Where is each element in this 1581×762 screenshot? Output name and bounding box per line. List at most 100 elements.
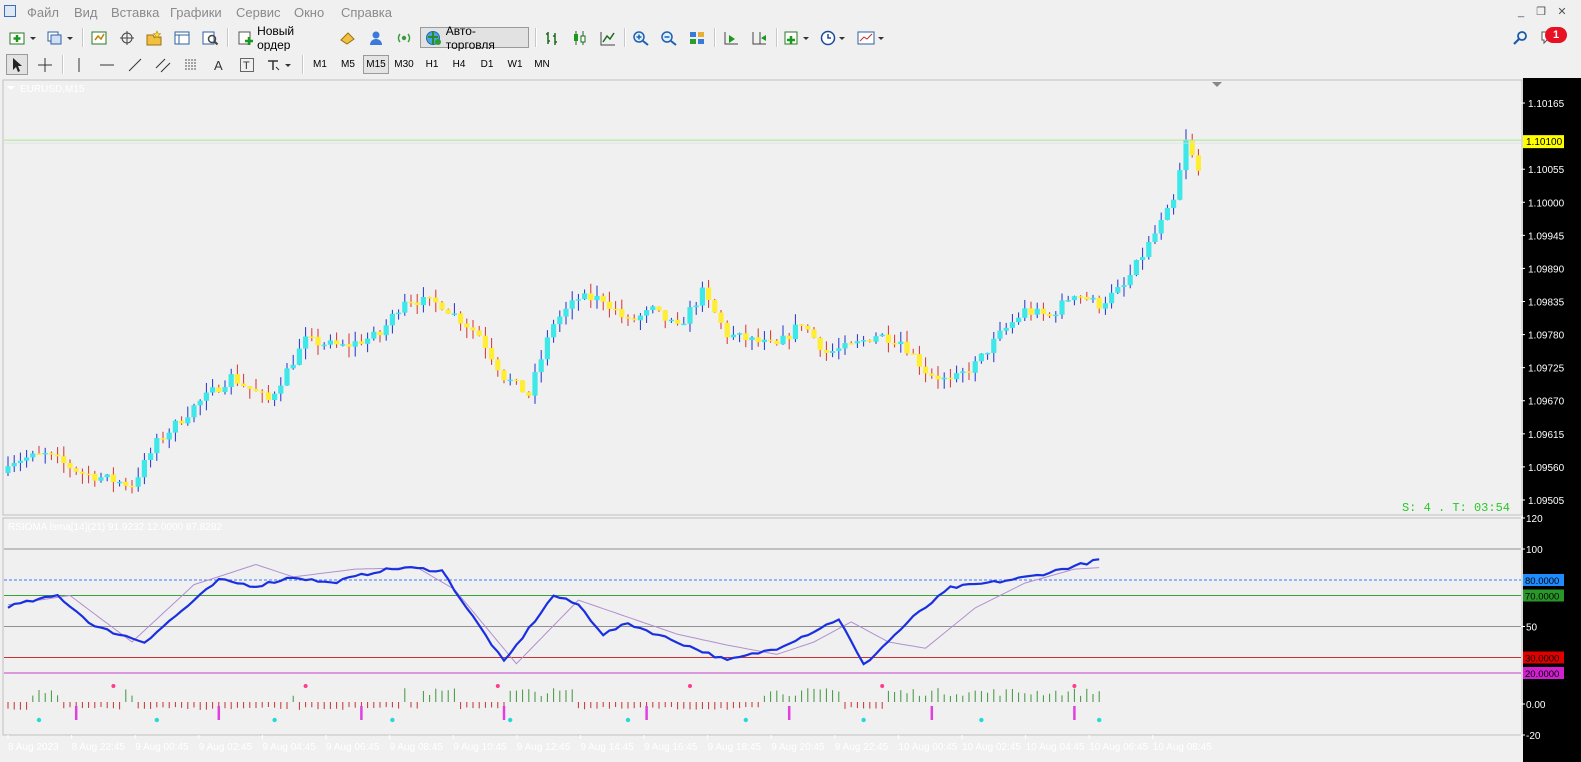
- candle-body: [55, 454, 61, 457]
- time-label: 9 Aug 18:45: [708, 742, 762, 753]
- candle-body: [117, 481, 123, 484]
- candle-body: [1127, 275, 1133, 286]
- candle-body: [1040, 308, 1046, 314]
- candle-body: [892, 342, 898, 345]
- candle-body: [86, 473, 92, 476]
- time-label: 9 Aug 14:45: [580, 742, 634, 753]
- candle-body: [507, 379, 513, 382]
- chart-window[interactable]: 1.10165 1.10055 1.10000 1.09945 1.09890 1.098…: [0, 0, 1581, 762]
- candle-body: [551, 324, 557, 338]
- candle-body: [470, 327, 476, 331]
- candle-body: [613, 308, 619, 311]
- candle-body: [290, 364, 296, 369]
- indicator-tick-label: 50: [1526, 623, 1538, 634]
- price-tick-label: 1.09780: [1528, 331, 1565, 342]
- candle-body: [916, 354, 922, 367]
- candle-body: [681, 323, 687, 326]
- candle-body: [321, 344, 327, 347]
- candle-body: [947, 377, 953, 380]
- candle-body: [879, 334, 885, 337]
- candle-body: [644, 310, 650, 316]
- candle-body: [284, 368, 290, 386]
- signal-dot: [508, 717, 513, 723]
- candle-body: [123, 481, 129, 486]
- price-tick-label: 1.09615: [1528, 430, 1565, 441]
- candle-body: [1034, 308, 1040, 315]
- candle-body: [743, 333, 749, 341]
- price-tick-label: 1.09670: [1528, 397, 1565, 408]
- chart-shift-marker-icon[interactable]: [1212, 82, 1222, 87]
- candle-body: [898, 341, 904, 345]
- candle-body: [544, 337, 550, 360]
- chart-menu-triangle-icon[interactable]: [7, 86, 15, 90]
- signal-dot: [154, 717, 159, 723]
- candle-body: [582, 293, 588, 300]
- rsioma-line: [7, 558, 1100, 666]
- symbol-label: EURUSD,M15: [20, 84, 85, 95]
- time-label: 8 Aug 2023: [8, 742, 59, 753]
- candle-body: [749, 337, 755, 341]
- candle-body: [79, 471, 85, 474]
- candle-body: [1065, 300, 1071, 302]
- candle-body: [867, 340, 873, 342]
- level-label: 70.0000: [1525, 592, 1559, 603]
- candle-body: [1140, 256, 1146, 261]
- price-tick-label: 1.10000: [1528, 198, 1565, 209]
- candle-body: [458, 313, 464, 324]
- price-tick-label: 1.10055: [1528, 165, 1565, 176]
- candle-body: [954, 373, 960, 380]
- candle-body: [396, 312, 402, 315]
- candle-body: [1189, 139, 1195, 156]
- candle-body: [365, 338, 371, 344]
- candle-body: [340, 344, 346, 346]
- candle-body: [98, 477, 104, 481]
- candle-body: [687, 307, 693, 324]
- candle-body: [476, 330, 482, 336]
- candle-body: [985, 352, 991, 355]
- time-label: 9 Aug 08:45: [390, 742, 444, 753]
- time-label: 10 Aug 00:45: [898, 742, 957, 753]
- candle-body: [247, 386, 253, 389]
- candle-body: [234, 374, 240, 384]
- candle-body: [148, 453, 154, 460]
- signal-dot: [979, 717, 984, 723]
- candle-body: [923, 366, 929, 374]
- signal-line: [7, 563, 1100, 665]
- candle-body: [296, 348, 302, 365]
- candle-body: [792, 324, 798, 340]
- candle-body: [104, 474, 110, 478]
- candle-body: [1016, 317, 1022, 323]
- candle-body: [662, 310, 668, 321]
- candle-body: [402, 301, 408, 313]
- candle-body: [141, 459, 147, 478]
- candle-body: [42, 452, 48, 455]
- candle-body: [61, 456, 67, 464]
- candle-body: [1146, 241, 1152, 257]
- candle-body: [17, 460, 23, 464]
- candle-body: [625, 317, 631, 319]
- candle-body: [482, 335, 488, 349]
- price-pane-frame: [2, 79, 1523, 516]
- candle-body: [513, 379, 519, 382]
- candle-body: [389, 313, 395, 326]
- candle-body: [885, 334, 891, 343]
- candle-body: [445, 309, 451, 314]
- candle-body: [1164, 207, 1170, 220]
- candle-body: [1003, 327, 1009, 331]
- price-tick-label: 1.09725: [1528, 364, 1565, 375]
- indicator-pane[interactable]: [2, 517, 1523, 736]
- candle-body: [1158, 219, 1164, 234]
- candle-body: [730, 334, 736, 338]
- candle-body: [588, 293, 594, 301]
- candle-body: [532, 372, 538, 396]
- candle-body: [737, 333, 743, 335]
- price-tick-label: 1.10165: [1528, 99, 1565, 110]
- candle-body: [1096, 297, 1102, 309]
- candle-body: [718, 312, 724, 323]
- candle-body: [563, 308, 569, 317]
- price-pane[interactable]: [2, 79, 1523, 516]
- time-label: 10 Aug 02:45: [962, 742, 1021, 753]
- candle-body: [1090, 297, 1096, 300]
- candle-body: [265, 392, 271, 401]
- candle-body: [724, 322, 730, 338]
